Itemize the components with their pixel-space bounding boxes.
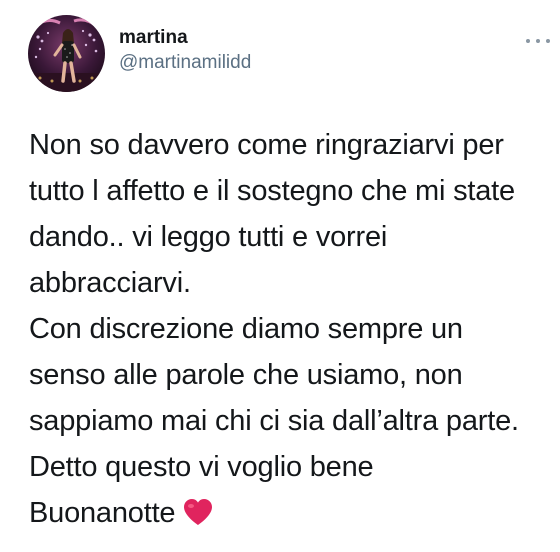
more-horizontal-icon[interactable] <box>526 36 550 46</box>
tweet-line: dando.. vi leggo tutti e vorrei <box>29 221 388 253</box>
more-dot <box>526 39 530 43</box>
more-dot <box>546 39 550 43</box>
author-names: martina @martinamilidd <box>119 26 251 76</box>
tweet-line-last: Buonanotte <box>29 490 557 540</box>
tweet-header: martina @martinamilidd <box>28 15 251 92</box>
tweet-card: martina @martinamilidd Non so davvero co… <box>0 0 560 552</box>
red-heart-icon <box>183 494 213 540</box>
avatar[interactable] <box>28 15 105 92</box>
tweet-line: Con discrezione diamo sempre un <box>29 313 463 345</box>
tweet-line: abbracciarvi. <box>29 267 191 299</box>
tweet-text: Non so davvero come ringraziarvi per tut… <box>29 122 557 540</box>
tweet-line: senso alle parole che usiamo, non <box>29 359 463 391</box>
author-handle[interactable]: @martinamilidd <box>119 50 251 76</box>
tweet-line: Buonanotte <box>29 497 176 529</box>
tweet-line: tutto l affetto e il sostegno che mi sta… <box>29 175 515 207</box>
author-display-name[interactable]: martina <box>119 26 251 50</box>
tweet-line: Detto questo vi voglio bene <box>29 451 374 483</box>
tweet-line: sappiamo mai chi ci sia dall’altra parte… <box>29 405 519 437</box>
avatar-photo <box>28 15 105 92</box>
tweet-line: Non so davvero come ringraziarvi per <box>29 129 504 161</box>
more-dot <box>536 39 540 43</box>
